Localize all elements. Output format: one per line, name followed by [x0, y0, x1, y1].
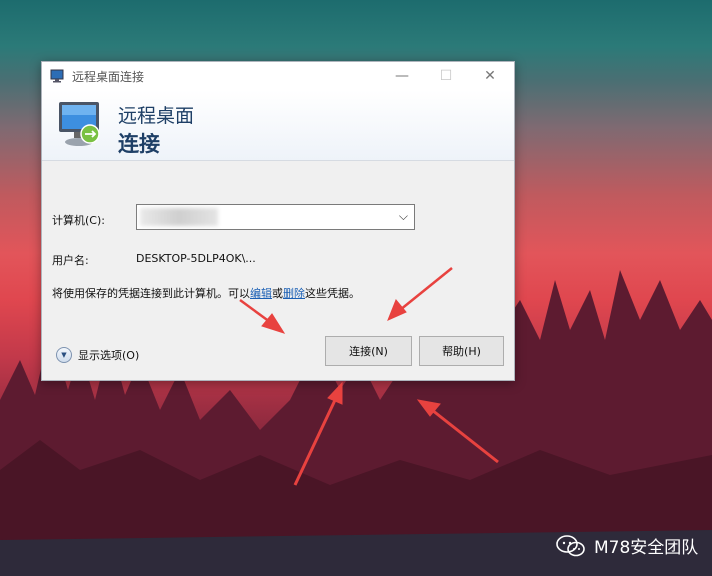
banner-title-line1: 远程桌面: [118, 105, 195, 127]
minimize-button[interactable]: —: [380, 62, 424, 90]
dialog-banner: 远程桌面 连接: [42, 90, 514, 161]
username-value: DESKTOP-5DLP4OK\...: [136, 252, 256, 265]
watermark-text: M78安全团队: [594, 538, 699, 558]
computer-value-redacted: [140, 208, 218, 226]
show-options-label: 显示选项(O): [78, 349, 140, 362]
show-options-toggle[interactable]: ▼ 显示选项(O): [56, 347, 139, 363]
saved-credentials-text: 将使用保存的凭据连接到此计算机。可以编辑或删除这些凭据。: [52, 285, 360, 301]
help-button[interactable]: 帮助(H): [419, 336, 504, 366]
title-bar[interactable]: 远程桌面连接 — ☐ ✕: [42, 62, 514, 90]
delete-credentials-link[interactable]: 删除: [283, 287, 305, 300]
saved-text-suffix: 这些凭据。: [305, 287, 360, 300]
computer-label: 计算机(C):: [52, 214, 105, 227]
expand-chevron-icon[interactable]: ▼: [56, 347, 72, 363]
watermark: M78安全团队: [556, 533, 698, 558]
rdp-dialog: 远程桌面连接 — ☐ ✕ 远程桌面 连接 计算机(C): ⌵ 用户名: DESK…: [41, 61, 515, 381]
computer-combobox[interactable]: ⌵: [136, 204, 415, 230]
banner-title-line2: 连接: [118, 132, 160, 156]
window-title: 远程桌面连接: [72, 69, 145, 84]
maximize-button[interactable]: ☐: [424, 62, 468, 90]
close-button[interactable]: ✕: [468, 62, 512, 90]
chevron-down-icon[interactable]: ⌵: [399, 209, 408, 224]
edit-credentials-link[interactable]: 编辑: [250, 287, 272, 300]
saved-text-or: 或: [272, 287, 283, 300]
connect-button[interactable]: 连接(N): [325, 336, 412, 366]
username-label: 用户名:: [52, 254, 89, 267]
wechat-icon: [556, 534, 585, 556]
remote-desktop-small-icon: [50, 69, 64, 83]
remote-desktop-monitor-icon: [59, 102, 100, 146]
saved-text-prefix: 将使用保存的凭据连接到此计算机。可以: [52, 287, 250, 300]
